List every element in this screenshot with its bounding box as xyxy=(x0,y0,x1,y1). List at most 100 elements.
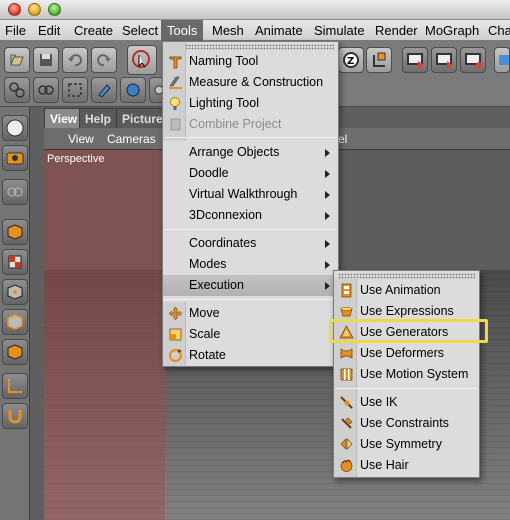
menu-item-combine-project[interactable]: Combine Project xyxy=(163,114,338,135)
left-tool-palette xyxy=(0,107,30,520)
animation-icon xyxy=(341,283,352,298)
tab-picture[interactable]: Picture xyxy=(116,108,169,128)
redo-icon[interactable] xyxy=(91,47,117,73)
menu-item-use-symmetry[interactable]: Use Symmetry xyxy=(334,434,479,455)
menu-separator xyxy=(165,229,336,230)
menu-item-doodle[interactable]: Doodle xyxy=(163,163,338,184)
tab-help[interactable]: Help xyxy=(79,108,118,128)
menu-select[interactable]: Select xyxy=(122,20,158,41)
menu-tearoff-grip[interactable] xyxy=(167,44,334,50)
snap-icon[interactable]: Z xyxy=(338,47,364,73)
scale-icon xyxy=(169,328,182,341)
safe-frame-overlay xyxy=(44,150,165,520)
render-view-icon[interactable] xyxy=(402,47,428,73)
menu-item-modes[interactable]: Modes xyxy=(163,254,338,275)
texture-tool-icon[interactable] xyxy=(2,249,28,275)
viewport-menu-cameras[interactable]: Cameras xyxy=(107,128,156,150)
menu-item-arrange-objects[interactable]: Arrange Objects xyxy=(163,142,338,163)
points-tool-icon[interactable] xyxy=(2,279,28,305)
texture-mode-icon[interactable] xyxy=(62,77,88,103)
submenu-arrow-icon xyxy=(325,282,330,290)
menu-animate[interactable]: Animate xyxy=(255,20,303,41)
undo-icon[interactable] xyxy=(62,47,88,73)
axis-icon[interactable] xyxy=(366,47,392,73)
constraints-icon xyxy=(341,417,353,429)
submenu-arrow-icon xyxy=(325,149,330,157)
render-picture-icon[interactable] xyxy=(431,47,457,73)
ik-icon xyxy=(340,396,353,409)
use-generators-callout xyxy=(329,319,488,343)
move-icon xyxy=(168,306,183,321)
menu-mesh[interactable]: Mesh xyxy=(212,20,244,41)
menu-bar: File Edit Create Select Tools Mesh Anima… xyxy=(0,20,510,41)
menu-item-use-deformers[interactable]: Use Deformers xyxy=(334,343,479,364)
menu-file[interactable]: File xyxy=(5,20,26,41)
menu-item-rotate[interactable]: Rotate xyxy=(163,345,338,366)
cube-object-icon[interactable] xyxy=(494,47,510,73)
menu-item-use-ik[interactable]: Use IK xyxy=(334,392,479,413)
live-selection-icon[interactable] xyxy=(127,45,157,75)
menu-item-lighting-tool[interactable]: Lighting Tool xyxy=(163,93,338,114)
menu-item-virtual-walkthrough[interactable]: Virtual Walkthrough xyxy=(163,184,338,205)
zoom-window-button[interactable] xyxy=(48,3,61,16)
menu-edit[interactable]: Edit xyxy=(38,20,60,41)
rotate-icon xyxy=(168,348,183,363)
menu-item-coordinates[interactable]: Coordinates xyxy=(163,233,338,254)
viewport-menu-view[interactable]: View xyxy=(68,128,94,150)
render-settings-icon[interactable] xyxy=(460,47,486,73)
motion-system-icon xyxy=(340,368,353,381)
menu-item-use-constraints[interactable]: Use Constraints xyxy=(334,413,479,434)
polygons-tool-icon[interactable] xyxy=(2,339,28,365)
object-mode-icon[interactable] xyxy=(33,77,59,103)
minimize-window-button[interactable] xyxy=(28,3,41,16)
menu-create[interactable]: Create xyxy=(74,20,113,41)
edges-tool-icon[interactable] xyxy=(2,309,28,335)
menu-item-naming-tool[interactable]: Naming Tool xyxy=(163,51,338,72)
combine-project-icon xyxy=(170,118,181,131)
menu-item-move[interactable]: Move xyxy=(163,303,338,324)
submenu-arrow-icon xyxy=(325,240,330,248)
menu-separator xyxy=(165,137,336,138)
save-icon[interactable] xyxy=(33,47,59,73)
open-icon[interactable] xyxy=(4,47,30,73)
workplane-icon[interactable] xyxy=(120,77,146,103)
submenu-arrow-icon xyxy=(325,191,330,199)
menu-item-measure[interactable]: Measure & Construction xyxy=(163,72,338,93)
expressions-icon xyxy=(340,307,353,317)
submenu-arrow-icon xyxy=(325,212,330,220)
viewport-menu-panel[interactable]: el xyxy=(338,128,347,150)
magnet-icon[interactable] xyxy=(2,403,28,429)
menu-item-use-animation[interactable]: Use Animation xyxy=(334,280,479,301)
window-titlebar xyxy=(0,0,510,20)
model-mode-icon[interactable] xyxy=(4,77,30,103)
close-window-button[interactable] xyxy=(8,3,21,16)
menu-tools[interactable]: Tools xyxy=(161,20,204,41)
svg-text:Z: Z xyxy=(347,56,354,67)
paint-icon[interactable] xyxy=(91,77,117,103)
axis-tool-icon[interactable] xyxy=(2,373,28,399)
menu-item-scale[interactable]: Scale xyxy=(163,324,338,345)
submenu-arrow-icon xyxy=(325,261,330,269)
menu-item-3dconnexion[interactable]: 3Dconnexion xyxy=(163,205,338,226)
tab-view[interactable]: View xyxy=(44,108,84,128)
naming-tool-icon xyxy=(169,56,182,69)
menu-character[interactable]: Cha xyxy=(488,20,510,41)
object-tool-icon[interactable] xyxy=(2,219,28,245)
symmetry-icon xyxy=(340,438,353,450)
menu-mograph[interactable]: MoGraph xyxy=(425,20,479,41)
menu-item-execution[interactable]: Execution xyxy=(163,275,338,296)
deformers-icon xyxy=(340,348,353,359)
menu-simulate[interactable]: Simulate xyxy=(314,20,365,41)
sphere-icon[interactable] xyxy=(2,115,28,141)
menu-render[interactable]: Render xyxy=(375,20,418,41)
submenu-arrow-icon xyxy=(325,170,330,178)
camera-icon[interactable] xyxy=(2,145,28,171)
menu-item-use-hair[interactable]: Use Hair xyxy=(334,455,479,476)
execution-submenu: Use Animation Use Expressions Use Genera… xyxy=(333,270,480,478)
hair-icon xyxy=(340,459,353,472)
model-tool-icon[interactable] xyxy=(2,179,28,205)
menu-separator xyxy=(336,388,477,389)
lighting-tool-icon xyxy=(170,97,180,110)
menu-item-use-motion-system[interactable]: Use Motion System xyxy=(334,364,479,385)
menu-tearoff-grip[interactable] xyxy=(338,273,475,279)
